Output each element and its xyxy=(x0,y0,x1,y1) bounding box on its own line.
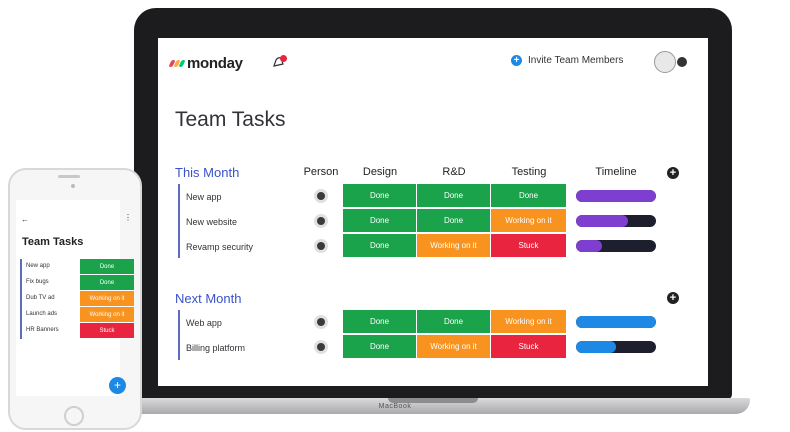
status-cell[interactable]: Done xyxy=(417,209,491,233)
column-header-rd[interactable]: R&D xyxy=(417,166,491,178)
status-cell[interactable]: Done xyxy=(491,184,567,208)
more-options-icon[interactable]: ⋮ xyxy=(124,213,132,222)
person-avatar[interactable] xyxy=(314,189,328,203)
status-cell[interactable]: Working on it xyxy=(491,209,567,233)
status-cell[interactable]: Done xyxy=(343,184,417,208)
phone-list-item[interactable]: New app Done xyxy=(20,259,134,275)
logo-icon xyxy=(168,60,186,67)
user-avatar[interactable] xyxy=(654,51,676,73)
row-name[interactable]: New website xyxy=(186,217,237,227)
timeline-bar[interactable] xyxy=(576,215,656,227)
phone-list-item[interactable]: Launch ads Working on it xyxy=(20,307,134,323)
status-cell[interactable]: Working on it xyxy=(417,234,491,258)
column-header-testing[interactable]: Testing xyxy=(491,166,567,178)
phone-list-item[interactable]: HR Banners Stuck xyxy=(20,323,134,339)
phone-item-name: Fix bugs xyxy=(26,279,49,285)
phone-list-item[interactable]: Fix bugs Done xyxy=(20,275,134,291)
person-avatar[interactable] xyxy=(314,340,328,354)
status-cell[interactable]: Done xyxy=(343,209,417,233)
page-title: Team Tasks xyxy=(175,108,286,131)
bell-icon[interactable] xyxy=(272,55,288,69)
phone-speaker xyxy=(58,175,80,178)
phone-page-title: Team Tasks xyxy=(22,236,84,248)
invite-label: Invite Team Members xyxy=(528,55,624,66)
timeline-bar[interactable] xyxy=(576,341,656,353)
timeline-bar[interactable] xyxy=(576,240,656,252)
row-name[interactable]: Web app xyxy=(186,318,222,328)
status-cell[interactable]: Done xyxy=(417,310,491,334)
person-avatar[interactable] xyxy=(314,214,328,228)
status-cell[interactable]: Stuck xyxy=(491,234,567,258)
add-column-icon[interactable]: + xyxy=(667,167,679,179)
row-name[interactable]: Billing platform xyxy=(186,343,245,353)
phone-status-cell[interactable]: Working on it xyxy=(80,291,134,307)
phone-status-cell[interactable]: Working on it xyxy=(80,307,134,323)
status-cell[interactable]: Done xyxy=(417,184,491,208)
column-header-person[interactable]: Person xyxy=(300,166,342,178)
status-cell[interactable]: Working on it xyxy=(491,310,567,334)
add-item-button[interactable]: + xyxy=(109,377,126,394)
add-column-icon[interactable]: + xyxy=(667,292,679,304)
phone-status-cell[interactable]: Done xyxy=(80,275,134,291)
person-avatar[interactable] xyxy=(314,315,328,329)
group-title[interactable]: Next Month xyxy=(175,291,241,306)
person-avatar[interactable] xyxy=(314,239,328,253)
row-name[interactable]: New app xyxy=(186,192,222,202)
status-cell[interactable]: Stuck xyxy=(491,335,567,359)
phone-item-name: Launch ads xyxy=(26,311,58,317)
column-header-design[interactable]: Design xyxy=(343,166,417,178)
back-arrow-icon[interactable]: ← xyxy=(21,215,29,224)
product-showcase: MacBook monday + Invite Team Members Tea… xyxy=(0,0,790,432)
phone-item-name: HR Banners xyxy=(26,327,59,333)
monday-logo[interactable]: monday xyxy=(168,55,243,72)
phone-list-item[interactable]: Dub TV ad Working on it xyxy=(20,291,134,307)
group-title[interactable]: This Month xyxy=(175,165,239,180)
status-cell[interactable]: Working on it xyxy=(417,335,491,359)
phone-home-button[interactable] xyxy=(64,406,84,426)
status-cell[interactable]: Done xyxy=(343,335,417,359)
avatar-menu-icon[interactable] xyxy=(677,57,687,67)
phone-status-cell[interactable]: Stuck xyxy=(80,323,134,339)
group-color-bar xyxy=(178,184,180,258)
invite-team-button[interactable]: + Invite Team Members xyxy=(511,55,623,66)
phone-status-cell[interactable]: Done xyxy=(80,259,134,275)
timeline-bar[interactable] xyxy=(576,190,656,202)
column-header-timeline[interactable]: Timeline xyxy=(576,166,656,178)
phone-camera xyxy=(71,184,75,188)
group-color-bar xyxy=(178,310,180,360)
phone-item-name: Dub TV ad xyxy=(26,295,55,301)
phone-item-name: New app xyxy=(26,263,50,269)
status-cell[interactable]: Done xyxy=(343,310,417,334)
row-name[interactable]: Revamp security xyxy=(186,242,253,252)
status-cell[interactable]: Done xyxy=(343,234,417,258)
brand-name: monday xyxy=(187,55,243,72)
plus-circle-icon: + xyxy=(511,55,522,66)
timeline-bar[interactable] xyxy=(576,316,656,328)
